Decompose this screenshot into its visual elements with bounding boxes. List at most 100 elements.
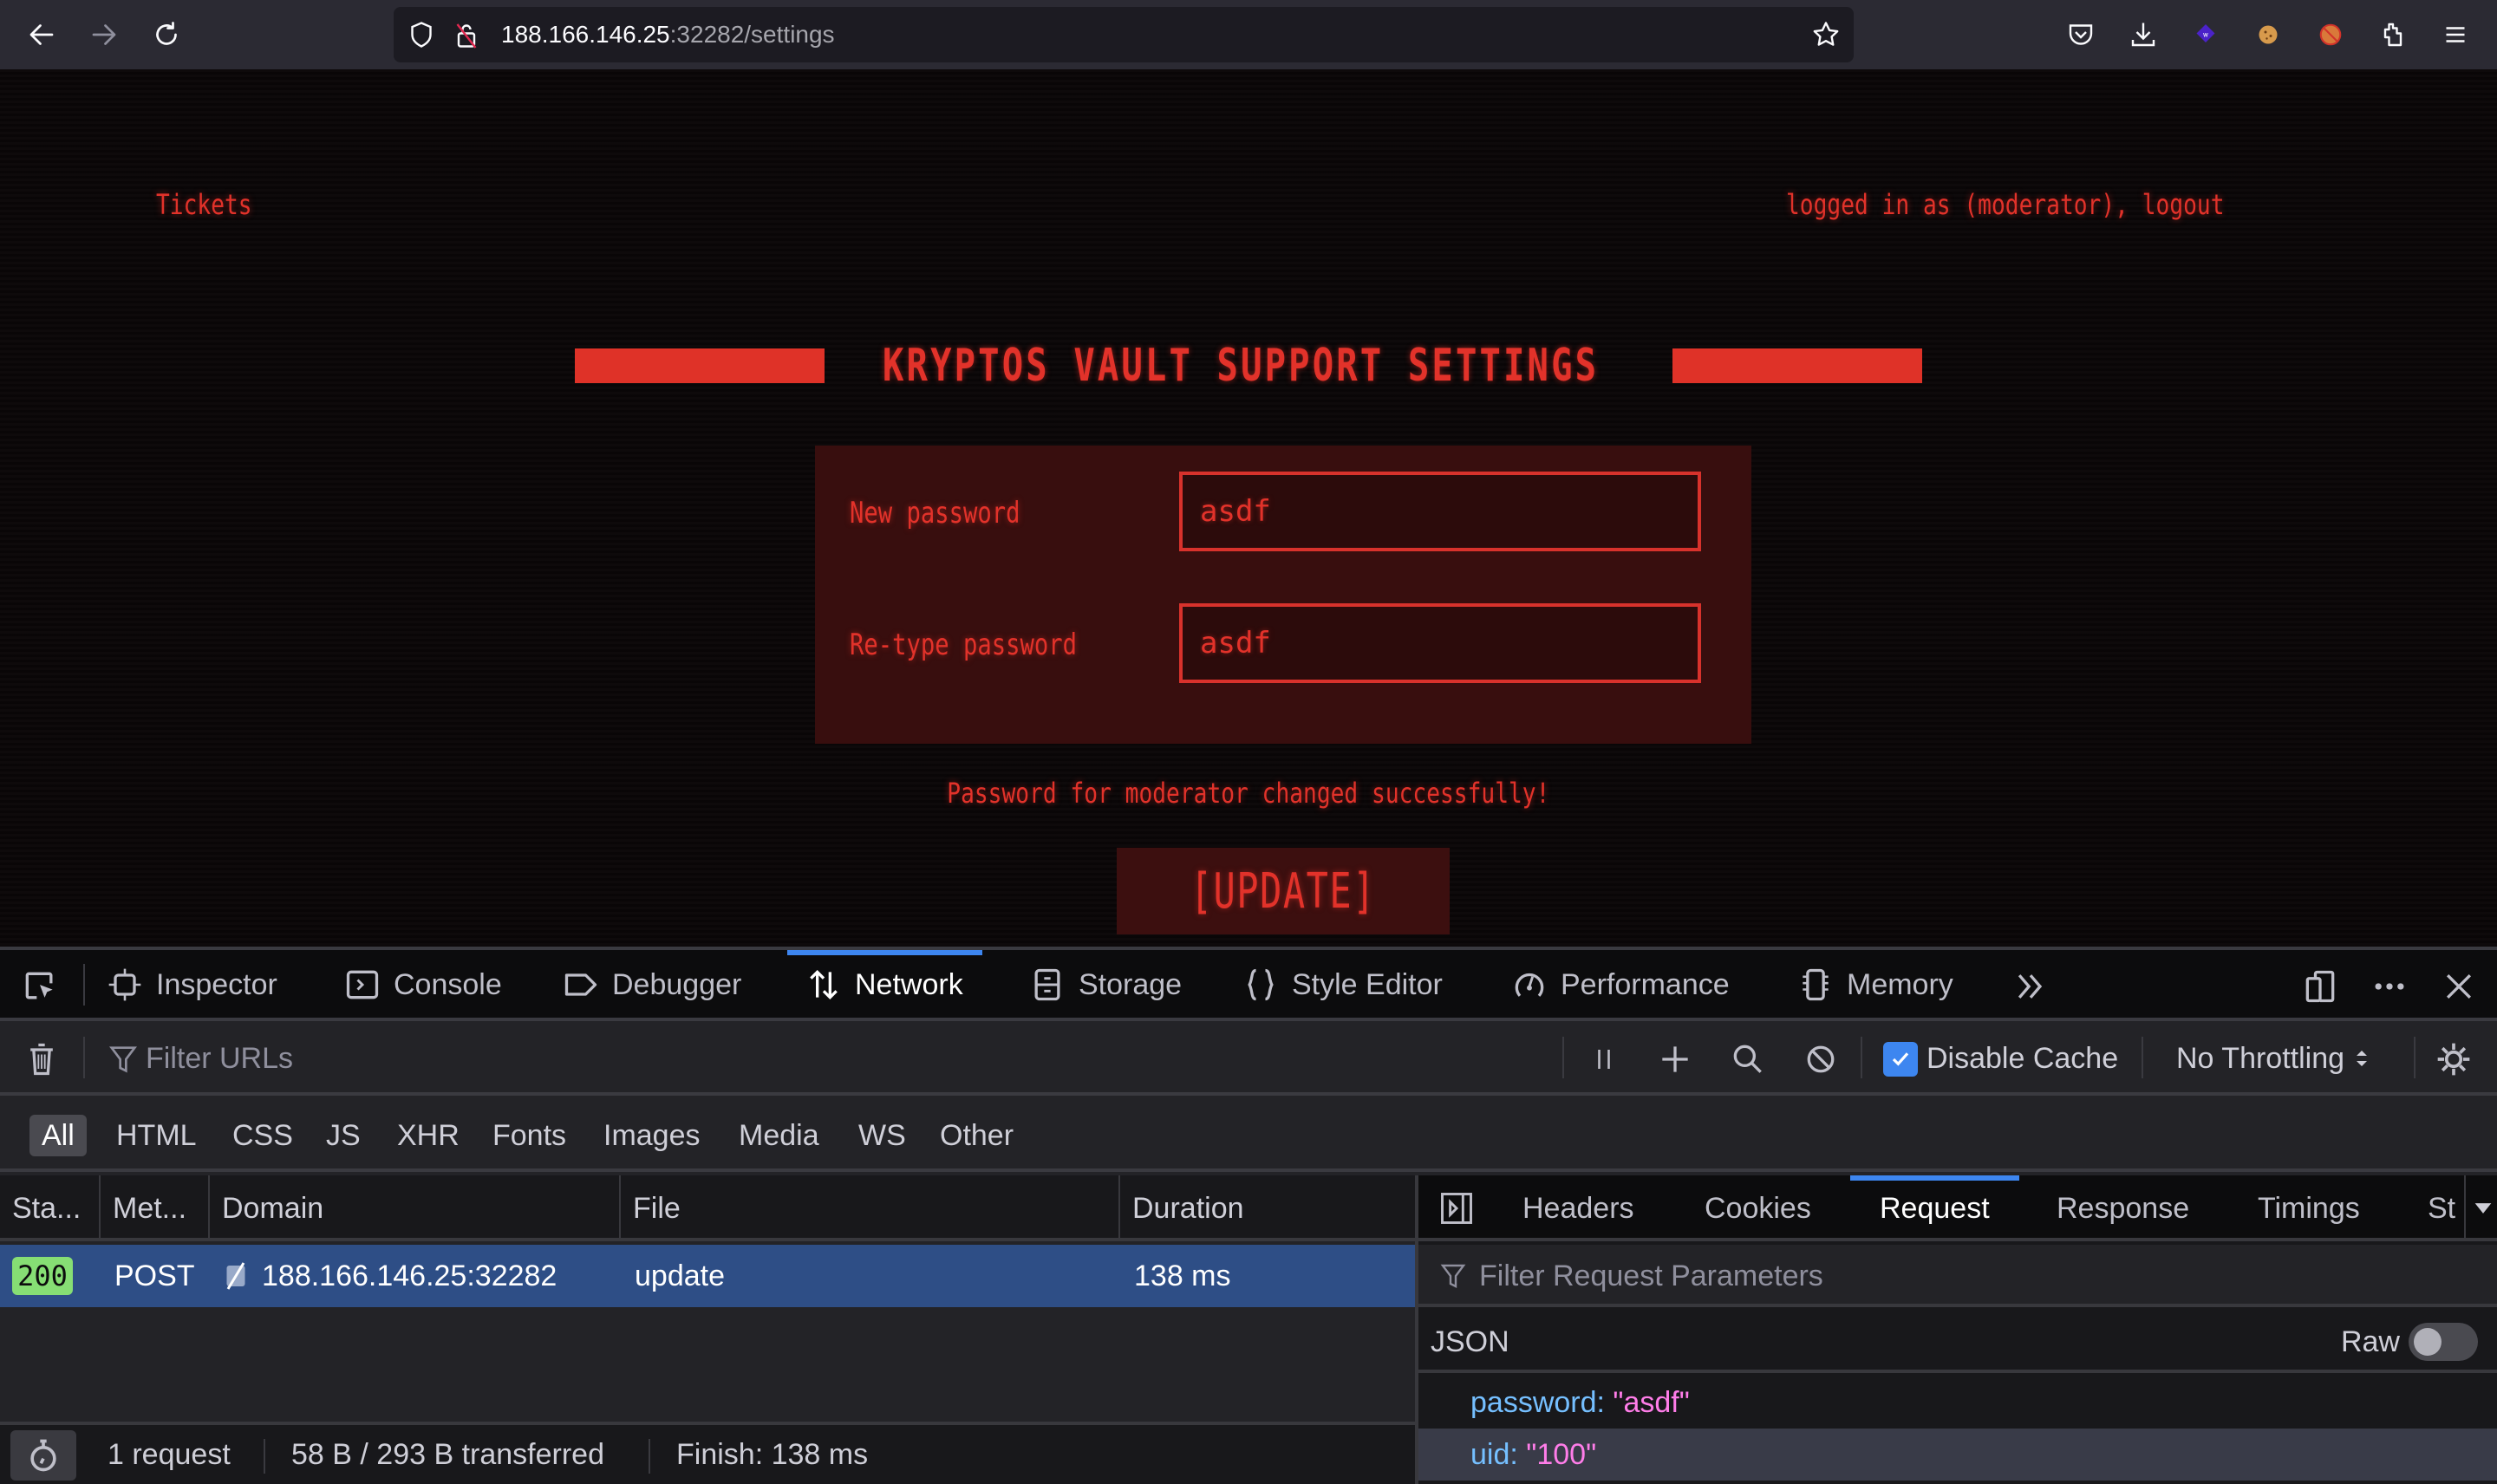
tab-network[interactable]: Network — [787, 950, 982, 1019]
devtools-options-button[interactable] — [2369, 966, 2410, 1007]
search-icon — [1733, 1045, 1762, 1073]
retype-password-input[interactable] — [1179, 603, 1701, 683]
app-menu-button[interactable] — [2436, 16, 2474, 54]
json-param-row[interactable]: password: "asdf" — [1418, 1377, 2497, 1429]
new-request-button[interactable] — [1654, 1038, 1696, 1080]
search-button[interactable] — [1727, 1038, 1769, 1080]
tab-memory[interactable]: Memory — [1796, 950, 1953, 1019]
details-tab-response[interactable]: Response — [2057, 1175, 2189, 1238]
debugger-icon — [564, 973, 597, 996]
tab-debugger[interactable]: Debugger — [562, 950, 741, 1019]
ellipsis-icon — [2375, 983, 2404, 990]
disable-cache-label[interactable]: Disable Cache — [1927, 1021, 2118, 1096]
tab-label: Inspector — [156, 967, 277, 1001]
type-filter-fonts[interactable]: Fonts — [480, 1115, 578, 1156]
throttling-select[interactable]: No Throttling — [2176, 1021, 2372, 1096]
bookmark-star-icon[interactable] — [1810, 19, 1842, 50]
clear-requests-button[interactable] — [21, 1038, 62, 1080]
filter-request-params-input[interactable] — [1479, 1255, 2433, 1297]
tab-inspector[interactable]: Inspector — [106, 950, 277, 1019]
sidebar-toggle-icon — [1441, 1193, 1472, 1224]
extensions-button[interactable] — [2374, 16, 2412, 54]
downloads-button[interactable] — [2124, 16, 2162, 54]
performance-analysis-button[interactable] — [10, 1430, 76, 1481]
inspector-icon — [108, 968, 141, 1001]
reload-button[interactable] — [147, 16, 186, 54]
tab-label: Memory — [1847, 967, 1953, 1001]
new-password-label: New password — [850, 496, 1020, 530]
close-devtools-button[interactable] — [2438, 966, 2480, 1007]
tab-storage[interactable]: Storage — [1028, 950, 1182, 1019]
request-type-filters: All HTML CSS JS XHR Fonts Images Media W… — [0, 1099, 2497, 1172]
details-tab-headers[interactable]: Headers — [1522, 1175, 1634, 1238]
gauge-icon — [1515, 973, 1544, 997]
insecure-lock-icon[interactable] — [451, 19, 482, 50]
type-filter-html[interactable]: HTML — [104, 1115, 209, 1156]
more-tabs-button[interactable] — [2010, 966, 2051, 1007]
stopwatch-icon — [30, 1439, 56, 1472]
type-filter-xhr[interactable]: XHR — [385, 1115, 472, 1156]
type-filter-other[interactable]: Other — [928, 1115, 1026, 1156]
request-table: Sta... Met... Domain File Duration 200 P… — [0, 1175, 1415, 1484]
column-duration[interactable]: Duration — [1120, 1175, 1415, 1241]
column-method[interactable]: Met... — [101, 1175, 210, 1241]
tab-overflow-separator — [2464, 1175, 2466, 1238]
title-bar-left — [575, 348, 825, 383]
json-label: JSON — [1431, 1325, 1509, 1358]
page-title: KRYPTOS VAULT SUPPORT SETTINGS — [883, 340, 1600, 392]
tab-label: Performance — [1561, 967, 1730, 1001]
cookie-extension-button[interactable] — [2249, 16, 2287, 54]
disable-cache-checkbox[interactable] — [1883, 1042, 1918, 1077]
forward-button[interactable] — [85, 16, 123, 54]
network-settings-button[interactable] — [2433, 1038, 2474, 1080]
url-text[interactable]: 188.166.146.25:32282/settings — [501, 21, 835, 49]
tab-overflow-button[interactable] — [2469, 1188, 2497, 1229]
type-filter-all[interactable]: All — [29, 1115, 87, 1156]
tab-label: Console — [394, 967, 502, 1001]
tab-console[interactable]: Console — [343, 950, 502, 1019]
download-icon — [2131, 23, 2155, 47]
details-tab-timings[interactable]: Timings — [2258, 1175, 2360, 1238]
details-tab-request[interactable]: Request — [1850, 1175, 2019, 1238]
new-password-input[interactable] — [1179, 472, 1701, 551]
cookie-extension-icon — [2259, 25, 2278, 44]
fox-extension-button[interactable] — [2311, 16, 2350, 54]
type-filter-js[interactable]: JS — [314, 1115, 373, 1156]
table-row[interactable]: 200 POST 188.166.146.25:32282 update 138… — [0, 1245, 1415, 1307]
toggle-sidebar-button[interactable] — [1436, 1188, 1477, 1229]
double-chevron-right-icon — [2018, 974, 2043, 999]
request-count: 1 request — [108, 1438, 231, 1471]
element-picker-button[interactable] — [19, 966, 61, 1007]
details-tab-cookies[interactable]: Cookies — [1705, 1175, 1811, 1238]
block-requests-button[interactable] — [1800, 1038, 1842, 1080]
type-filter-media[interactable]: Media — [727, 1115, 831, 1156]
tab-style-editor[interactable]: Style Editor — [1242, 950, 1443, 1019]
column-file[interactable]: File — [621, 1175, 1120, 1241]
pause-recording-button[interactable] — [1583, 1038, 1625, 1080]
logout-link[interactable]: logout — [2142, 188, 2225, 221]
json-param-row[interactable]: uid: "100" — [1418, 1429, 2497, 1481]
details-tab-stack-trace[interactable]: St — [2428, 1175, 2455, 1238]
tracking-protection-shield-icon[interactable] — [406, 19, 437, 50]
back-button[interactable] — [23, 16, 61, 54]
retype-password-label: Re-type password — [850, 628, 1078, 662]
request-summary-bar: 1 request 58 B / 293 B transferred Finis… — [0, 1422, 1415, 1484]
request-method: POST — [114, 1259, 195, 1292]
transferred-size: 58 B / 293 B transferred — [291, 1438, 604, 1471]
column-status[interactable]: Sta... — [0, 1175, 101, 1241]
url-bar[interactable]: 188.166.146.25:32282/settings — [394, 7, 1854, 62]
column-domain[interactable]: Domain — [210, 1175, 621, 1241]
filter-urls-input[interactable] — [146, 1037, 1533, 1080]
raw-toggle[interactable] — [2409, 1323, 2478, 1361]
update-button[interactable]: [UPDATE] — [1117, 848, 1450, 934]
type-filter-css[interactable]: CSS — [220, 1115, 305, 1156]
tab-label: Network — [855, 967, 963, 1001]
type-filter-ws[interactable]: WS — [846, 1115, 918, 1156]
responsive-design-button[interactable] — [2299, 966, 2341, 1007]
pocket-button[interactable] — [2062, 16, 2100, 54]
type-filter-images[interactable]: Images — [591, 1115, 713, 1156]
wappalyzer-extension-button[interactable]: w — [2187, 16, 2225, 54]
tickets-link[interactable]: Tickets — [156, 187, 252, 222]
toggle-knob — [2414, 1328, 2442, 1356]
tab-performance[interactable]: Performance — [1510, 950, 1730, 1019]
